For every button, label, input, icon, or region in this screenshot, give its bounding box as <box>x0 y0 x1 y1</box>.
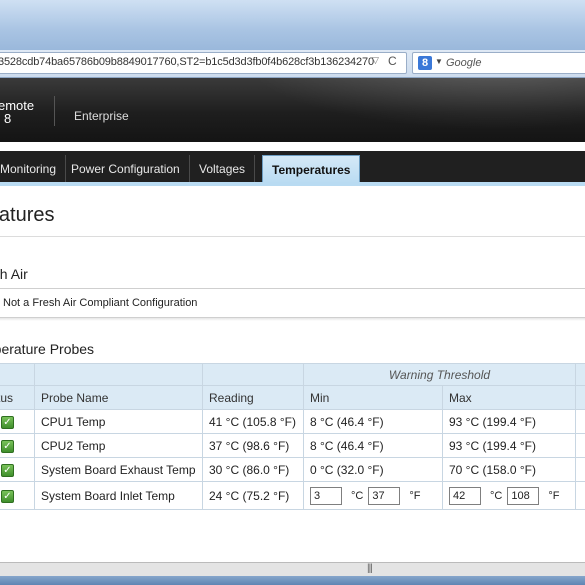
window-bottom-frame <box>0 576 585 585</box>
celsius-unit: °C <box>351 489 364 502</box>
panel-shadow <box>0 318 585 321</box>
address-bar[interactable]: 3528cdb74ba65786b09b8849017760,ST2=b1c5d… <box>0 52 407 74</box>
min-threshold-editor: 3 °C 37 °F <box>303 481 443 510</box>
tab-power-configuration[interactable]: Power Configuration <box>62 155 190 184</box>
fahrenheit-unit: °F <box>548 489 560 502</box>
max-celsius-input[interactable]: 42 <box>449 486 481 505</box>
probe-reading: 37 °C (98.6 °F) <box>202 433 304 458</box>
status-cell: ✓ <box>0 481 35 510</box>
column-header-probe-name[interactable]: Probe Name <box>34 385 203 410</box>
status-ok-icon: ✓ <box>1 440 14 453</box>
google-icon[interactable]: 8 <box>418 56 432 70</box>
temperature-probes-heading: mperature Probes <box>0 341 95 357</box>
probe-min: 0 °C (32.0 °F) <box>303 457 443 482</box>
celsius-unit: °C <box>490 489 503 502</box>
header-spacer <box>34 363 203 386</box>
table-header-row: tus Probe Name Reading Min Max <box>0 385 585 410</box>
tab-monitoring[interactable]: Monitoring <box>0 155 67 184</box>
address-bar-text: 3528cdb74ba65786b09b8849017760,ST2=b1c5d… <box>0 56 374 68</box>
probe-name: CPU2 Temp <box>34 433 203 458</box>
browser-navigation-bar: 3528cdb74ba65786b09b8849017760,ST2=b1c5d… <box>0 50 585 78</box>
probe-name: System Board Inlet Temp <box>34 481 203 510</box>
probe-max: 93 °C (199.4 °F) <box>442 409 576 434</box>
horizontal-scrollbar[interactable]: ||| <box>0 562 585 576</box>
probe-min: 8 °C (46.4 °F) <box>303 409 443 434</box>
max-fahrenheit-input[interactable]: 108 <box>507 486 540 505</box>
fresh-air-heading: esh Air <box>0 266 28 282</box>
probe-max: 93 °C (199.4 °F) <box>442 433 576 458</box>
row-spacer <box>575 457 585 482</box>
edition-label: Enterprise <box>74 109 129 123</box>
table-row: ✓ System Board Inlet Temp 24 °C (75.2 °F… <box>0 481 585 510</box>
warning-threshold-header: Warning Threshold <box>303 363 576 386</box>
header-spacer <box>575 385 585 410</box>
page-content: emote 8 Enterprise Monitoring Power Conf… <box>0 78 585 570</box>
header-spacer <box>575 363 585 386</box>
temperature-probes-table: Warning Threshold tus Probe Name Reading… <box>0 363 585 510</box>
row-spacer <box>575 409 585 434</box>
brand-version: 8 <box>4 111 12 126</box>
table-row: ✓ CPU2 Temp 37 °C (98.6 °F) 8 °C (46.4 °… <box>0 433 585 458</box>
probe-name: System Board Exhaust Temp <box>34 457 203 482</box>
browser-titlebar <box>0 0 585 50</box>
banner-divider <box>54 96 55 126</box>
status-cell: ✓ <box>0 457 35 482</box>
column-header-status[interactable]: tus <box>0 385 35 410</box>
page-title: peratures <box>0 204 55 226</box>
tab-temperatures[interactable]: Temperatures <box>262 155 361 184</box>
fahrenheit-unit: °F <box>409 489 421 502</box>
tab-underline <box>0 182 585 186</box>
fresh-air-message: Not a Fresh Air Compliant Configuration <box>3 297 198 309</box>
search-placeholder: Google <box>446 57 482 69</box>
row-spacer <box>575 433 585 458</box>
column-header-min: Min <box>303 385 443 410</box>
table-row: ✓ System Board Exhaust Temp 30 °C (86.0 … <box>0 457 585 482</box>
status-cell: ✓ <box>0 409 35 434</box>
search-input[interactable]: 8 ▼ Google <box>412 52 585 74</box>
max-threshold-editor: 42 °C 108 °F <box>442 481 576 510</box>
status-ok-icon: ✓ <box>1 416 14 429</box>
min-celsius-input[interactable]: 3 <box>310 486 342 505</box>
probe-reading: 24 °C (75.2 °F) <box>202 481 304 510</box>
header-spacer <box>202 363 304 386</box>
status-ok-icon: ✓ <box>1 464 14 477</box>
search-engine-dropdown-icon[interactable]: ▼ <box>435 57 443 66</box>
table-row: ✓ CPU1 Temp 41 °C (105.8 °F) 8 °C (46.4 … <box>0 409 585 434</box>
column-header-reading[interactable]: Reading <box>202 385 304 410</box>
banner-swoosh <box>200 78 585 142</box>
status-ok-icon: ✓ <box>1 490 14 503</box>
probe-reading: 41 °C (105.8 °F) <box>202 409 304 434</box>
min-fahrenheit-input[interactable]: 37 <box>368 486 401 505</box>
url-history-dropdown-icon[interactable]: ▽ <box>372 55 379 66</box>
row-spacer <box>575 481 585 510</box>
column-header-max: Max <box>442 385 576 410</box>
probe-max: 70 °C (158.0 °F) <box>442 457 576 482</box>
tab-bar: Monitoring Power Configuration Voltages … <box>0 151 585 184</box>
probe-reading: 30 °C (86.0 °F) <box>202 457 304 482</box>
divider <box>0 236 585 237</box>
tab-voltages[interactable]: Voltages <box>190 155 256 184</box>
product-banner: emote 8 Enterprise <box>0 78 585 142</box>
table-header-group: Warning Threshold <box>0 363 585 386</box>
scrollbar-grip-icon[interactable]: ||| <box>367 563 373 574</box>
reload-icon[interactable]: C <box>388 54 397 68</box>
probe-min: 8 °C (46.4 °F) <box>303 433 443 458</box>
status-cell: ✓ <box>0 433 35 458</box>
header-spacer <box>0 363 35 386</box>
probe-name: CPU1 Temp <box>34 409 203 434</box>
